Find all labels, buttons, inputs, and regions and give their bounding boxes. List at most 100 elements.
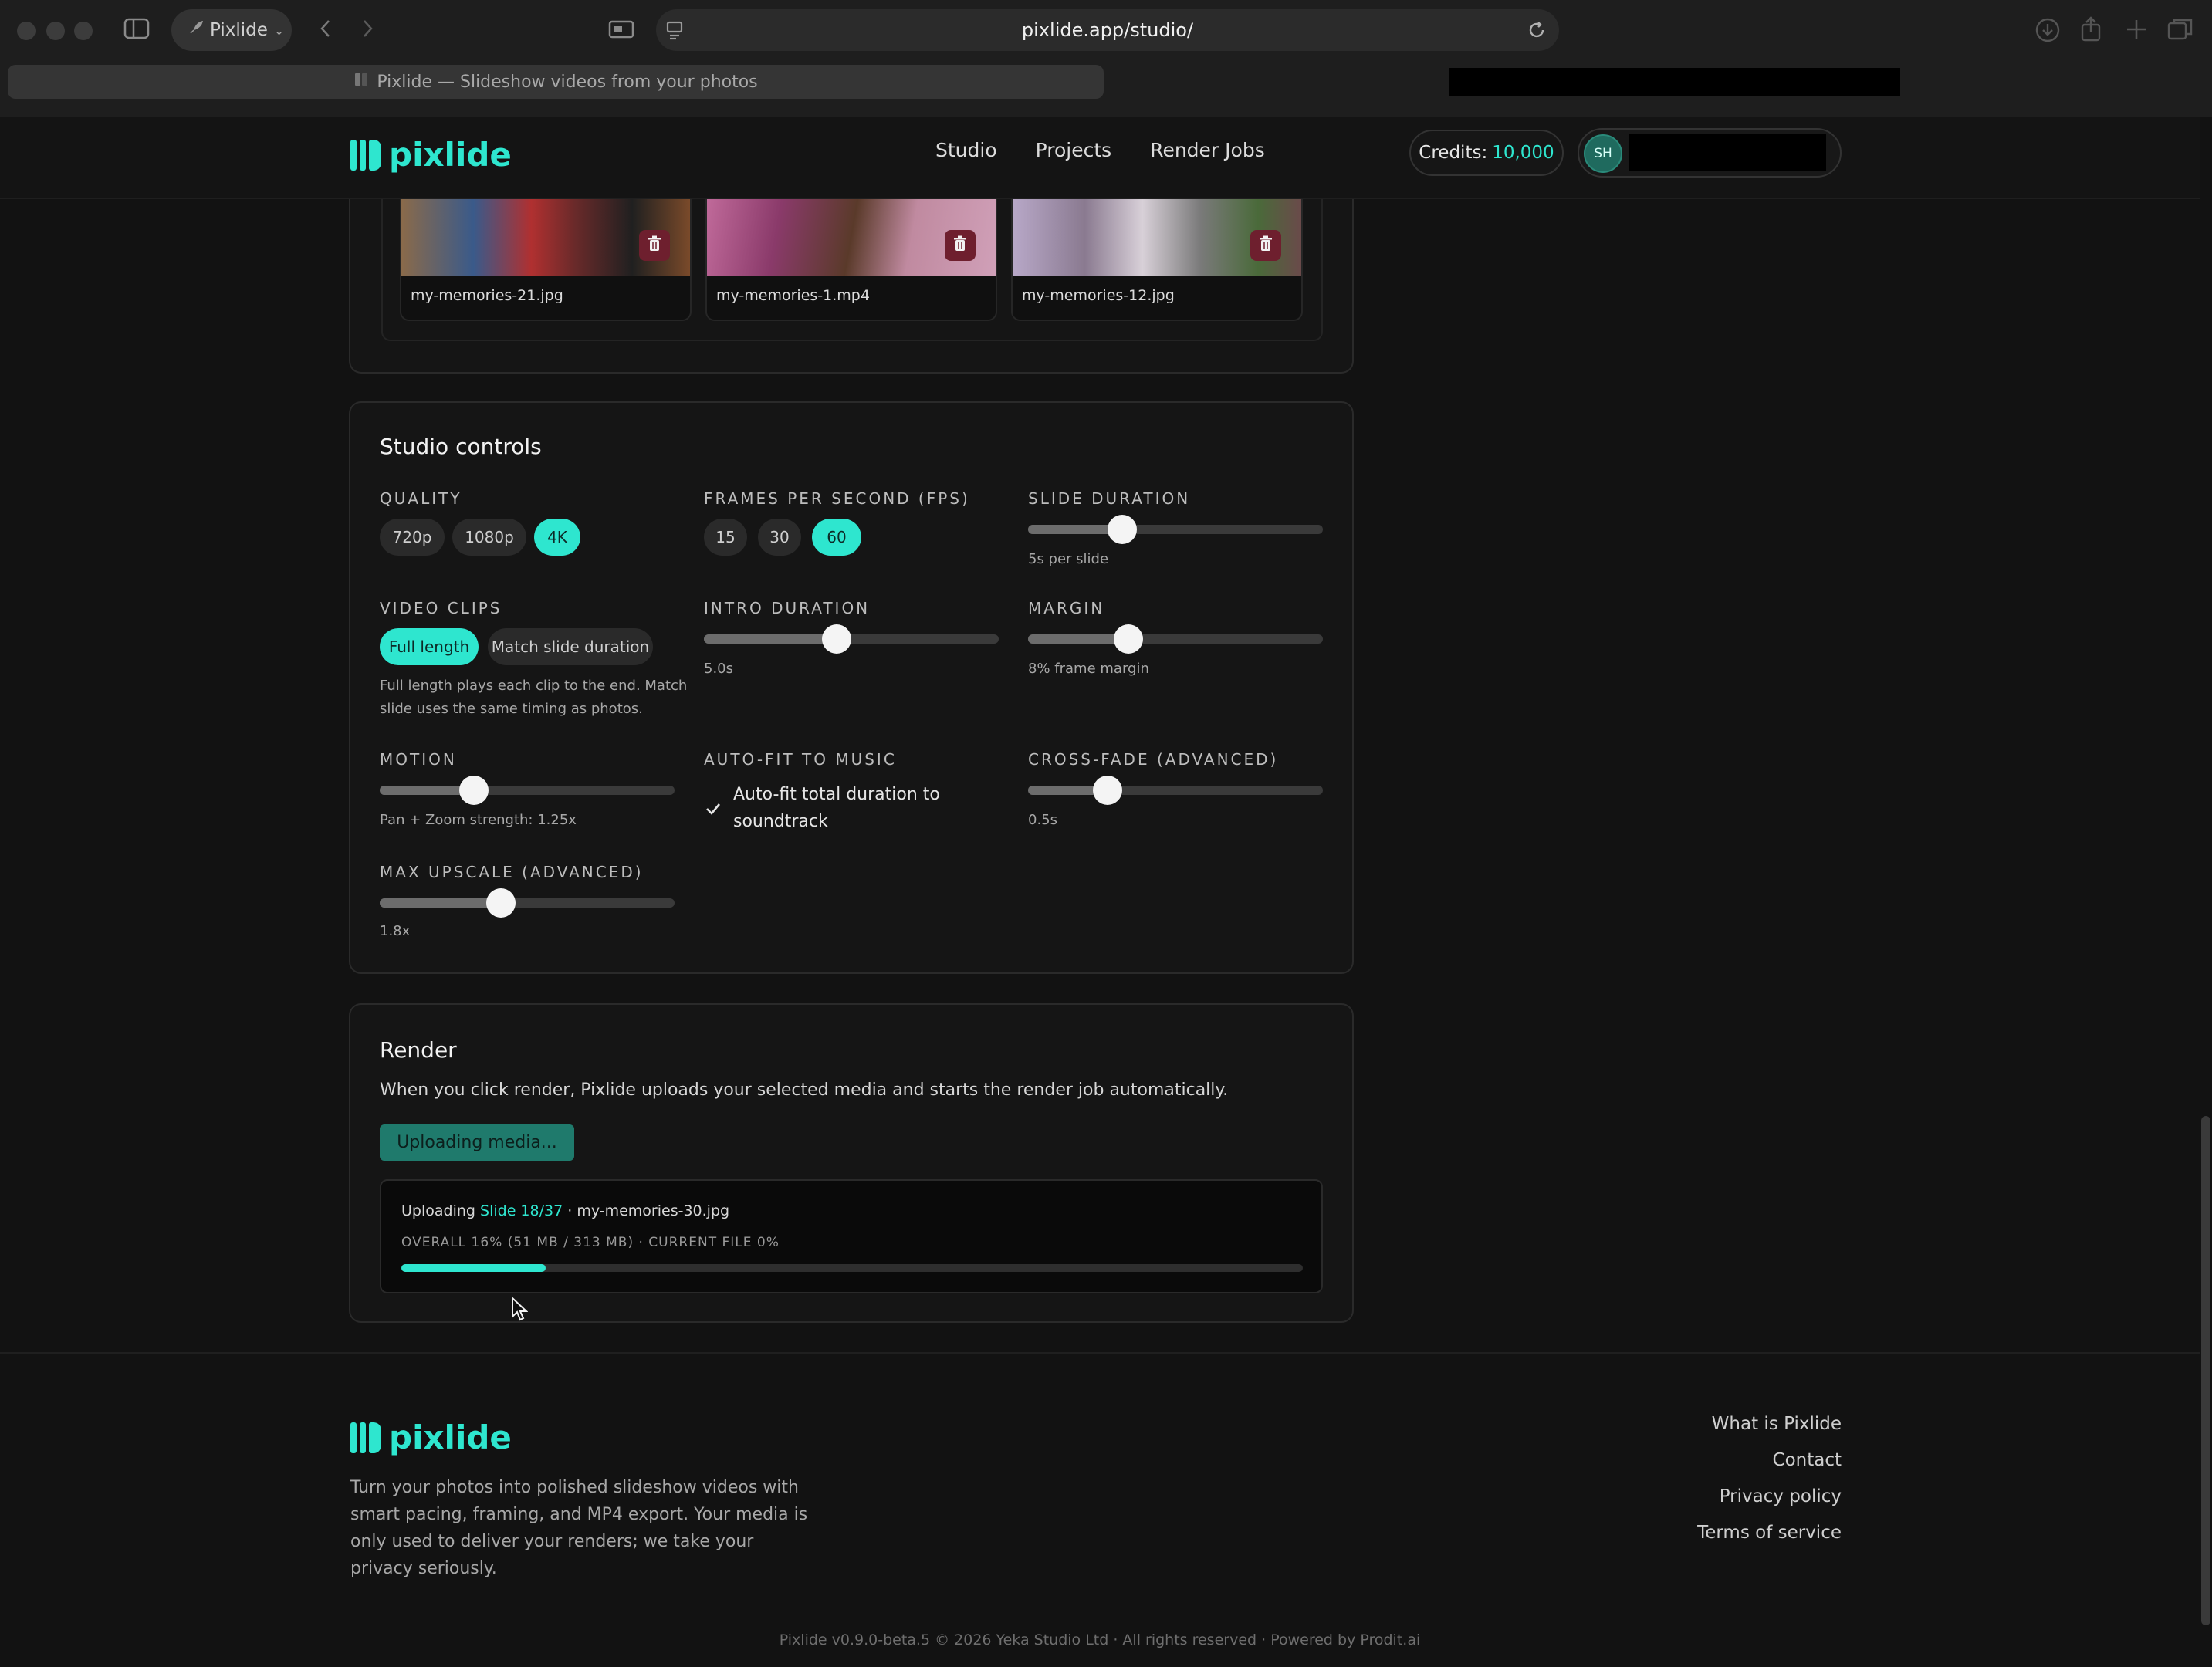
address-bar[interactable]: pixlide.app/studio/ bbox=[656, 9, 1559, 51]
footer-blurb: Turn your photos into polished slideshow… bbox=[350, 1478, 808, 1578]
render-title: Render bbox=[380, 1037, 457, 1063]
motion-value: Pan + Zoom strength: 1.25x bbox=[380, 812, 577, 828]
rocket-icon bbox=[188, 20, 204, 40]
auto-fit-checkbox-label[interactable]: Auto-fit total duration to soundtrack bbox=[733, 781, 965, 835]
page-scrollbar[interactable] bbox=[2201, 1116, 2210, 1625]
slide-duration-label: SLIDE DURATION bbox=[1028, 489, 1191, 508]
media-filename: my-memories-12.jpg bbox=[1022, 287, 1175, 304]
new-tab-icon[interactable] bbox=[2126, 19, 2147, 43]
footer-logo[interactable]: pixlide bbox=[350, 1418, 512, 1456]
motion-slider[interactable] bbox=[380, 776, 675, 805]
slider-handle[interactable] bbox=[1108, 515, 1138, 544]
checkmark-icon bbox=[702, 803, 724, 823]
footer-divider bbox=[0, 1352, 2200, 1354]
window-close-button[interactable] bbox=[17, 22, 36, 40]
upload-status-prefix: Uploading bbox=[401, 1202, 475, 1219]
page-icon bbox=[353, 72, 369, 92]
upload-current-file: · my-memories-30.jpg bbox=[567, 1202, 730, 1219]
slider-handle[interactable] bbox=[821, 624, 851, 654]
forward-icon[interactable] bbox=[360, 17, 375, 45]
quality-1080p-chip[interactable]: 1080p bbox=[452, 519, 526, 556]
auto-fit-checkbox[interactable] bbox=[702, 798, 724, 820]
trash-icon bbox=[1258, 235, 1273, 255]
max-upscale-slider[interactable] bbox=[380, 888, 675, 918]
tab-active[interactable]: Pixlide — Slideshow videos from your pho… bbox=[8, 65, 1104, 99]
footer-link-privacy-policy[interactable]: Privacy policy bbox=[1610, 1486, 1842, 1506]
logo-text: pixlide bbox=[389, 1418, 512, 1456]
redacted-username bbox=[1629, 134, 1826, 171]
tab-title: Pixlide — Slideshow videos from your pho… bbox=[377, 72, 758, 92]
credits-label: Credits: bbox=[1419, 143, 1488, 163]
url-text: pixlide.app/studio/ bbox=[1021, 19, 1194, 41]
render-button[interactable]: Uploading media... bbox=[380, 1124, 574, 1161]
upload-progress-bar bbox=[401, 1264, 1303, 1272]
quality-label: QUALITY bbox=[380, 489, 462, 508]
slider-handle[interactable] bbox=[459, 776, 489, 805]
fps-label: FRAMES PER SECOND (FPS) bbox=[704, 489, 970, 508]
slider-handle[interactable] bbox=[1113, 624, 1143, 654]
media-filename: my-memories-1.mp4 bbox=[716, 287, 870, 304]
cross-fade-label: CROSS-FADE (ADVANCED) bbox=[1028, 750, 1279, 769]
mouse-cursor-icon bbox=[511, 1296, 529, 1324]
slider-handle[interactable] bbox=[485, 888, 516, 918]
media-item[interactable]: my-memories-21.jpg bbox=[400, 198, 692, 321]
nav-studio[interactable]: Studio bbox=[935, 139, 997, 161]
slide-duration-value: 5s per slide bbox=[1028, 551, 1109, 567]
motion-label: MOTION bbox=[380, 750, 457, 769]
upload-slide-counter: Slide 18/37 bbox=[480, 1202, 563, 1219]
upload-status: Uploading Slide 18/37 · my-memories-30.j… bbox=[401, 1202, 729, 1219]
match-slide-duration-chip[interactable]: Match slide duration bbox=[488, 628, 653, 665]
fps-60-chip[interactable]: 60 bbox=[812, 519, 861, 556]
footer-link-contact[interactable]: Contact bbox=[1610, 1450, 1842, 1470]
intro-duration-slider[interactable] bbox=[704, 624, 999, 654]
reader-mode-icon[interactable] bbox=[608, 19, 634, 45]
credits-value: 10,000 bbox=[1492, 143, 1554, 163]
delete-media-button[interactable] bbox=[639, 230, 670, 261]
cross-fade-value: 0.5s bbox=[1028, 812, 1058, 828]
footer-link-terms-of-service[interactable]: Terms of service bbox=[1610, 1523, 1842, 1543]
window-zoom-button[interactable] bbox=[74, 22, 93, 40]
quality-4k-chip[interactable]: 4K bbox=[534, 519, 580, 556]
delete-media-button[interactable] bbox=[945, 230, 976, 261]
header-logo[interactable]: pixlide bbox=[350, 136, 512, 174]
reload-icon[interactable] bbox=[1527, 20, 1547, 45]
sidebar-toggle-icon[interactable] bbox=[123, 17, 150, 45]
redacted-tab bbox=[1449, 68, 1900, 96]
media-filename: my-memories-21.jpg bbox=[411, 287, 563, 304]
render-description: When you click render, Pixlide uploads y… bbox=[380, 1080, 1229, 1100]
downloads-icon[interactable] bbox=[2034, 17, 2061, 46]
share-icon[interactable] bbox=[2079, 15, 2102, 46]
max-upscale-label: MAX UPSCALE (ADVANCED) bbox=[380, 863, 644, 881]
tab-overview-icon[interactable] bbox=[2167, 17, 2193, 45]
page-settings-icon[interactable] bbox=[665, 20, 684, 45]
margin-slider[interactable] bbox=[1028, 624, 1323, 654]
window-minimize-button[interactable] bbox=[46, 22, 65, 40]
browser-chrome: Pixlide ⌄ pixlide.app/studio/ Pixlide — … bbox=[0, 0, 2212, 117]
cross-fade-slider[interactable] bbox=[1028, 776, 1323, 805]
video-clips-help: Full length plays each clip to the end. … bbox=[380, 678, 688, 717]
video-clips-label: VIDEO CLIPS bbox=[380, 599, 502, 617]
back-icon[interactable] bbox=[318, 17, 333, 45]
footer-link-what-is-pixlide[interactable]: What is Pixlide bbox=[1610, 1414, 1842, 1434]
upload-progress-panel: Uploading Slide 18/37 · my-memories-30.j… bbox=[380, 1179, 1323, 1293]
media-item[interactable]: my-memories-1.mp4 bbox=[705, 198, 997, 321]
nav-render-jobs[interactable]: Render Jobs bbox=[1150, 139, 1265, 161]
profile-label: Pixlide bbox=[210, 20, 268, 40]
quality-720p-chip[interactable]: 720p bbox=[380, 519, 445, 556]
max-upscale-value: 1.8x bbox=[380, 923, 411, 939]
trash-icon bbox=[952, 235, 968, 255]
auto-fit-label: AUTO-FIT TO MUSIC bbox=[704, 750, 897, 769]
fps-30-chip[interactable]: 30 bbox=[758, 519, 801, 556]
slider-handle[interactable] bbox=[1093, 776, 1123, 805]
slide-duration-slider[interactable] bbox=[1028, 515, 1323, 544]
pixlide-logo-icon bbox=[350, 1422, 381, 1453]
pixlide-logo-icon bbox=[350, 139, 381, 171]
credits-badge[interactable]: Credits: 10,000 bbox=[1409, 130, 1564, 176]
media-item[interactable]: my-memories-12.jpg bbox=[1011, 198, 1303, 321]
fps-15-chip[interactable]: 15 bbox=[704, 519, 747, 556]
profile-switcher[interactable]: Pixlide ⌄ bbox=[171, 9, 292, 51]
nav-projects[interactable]: Projects bbox=[1036, 139, 1112, 161]
avatar[interactable]: SH bbox=[1584, 134, 1622, 173]
delete-media-button[interactable] bbox=[1250, 230, 1281, 261]
full-length-chip[interactable]: Full length bbox=[380, 628, 479, 665]
